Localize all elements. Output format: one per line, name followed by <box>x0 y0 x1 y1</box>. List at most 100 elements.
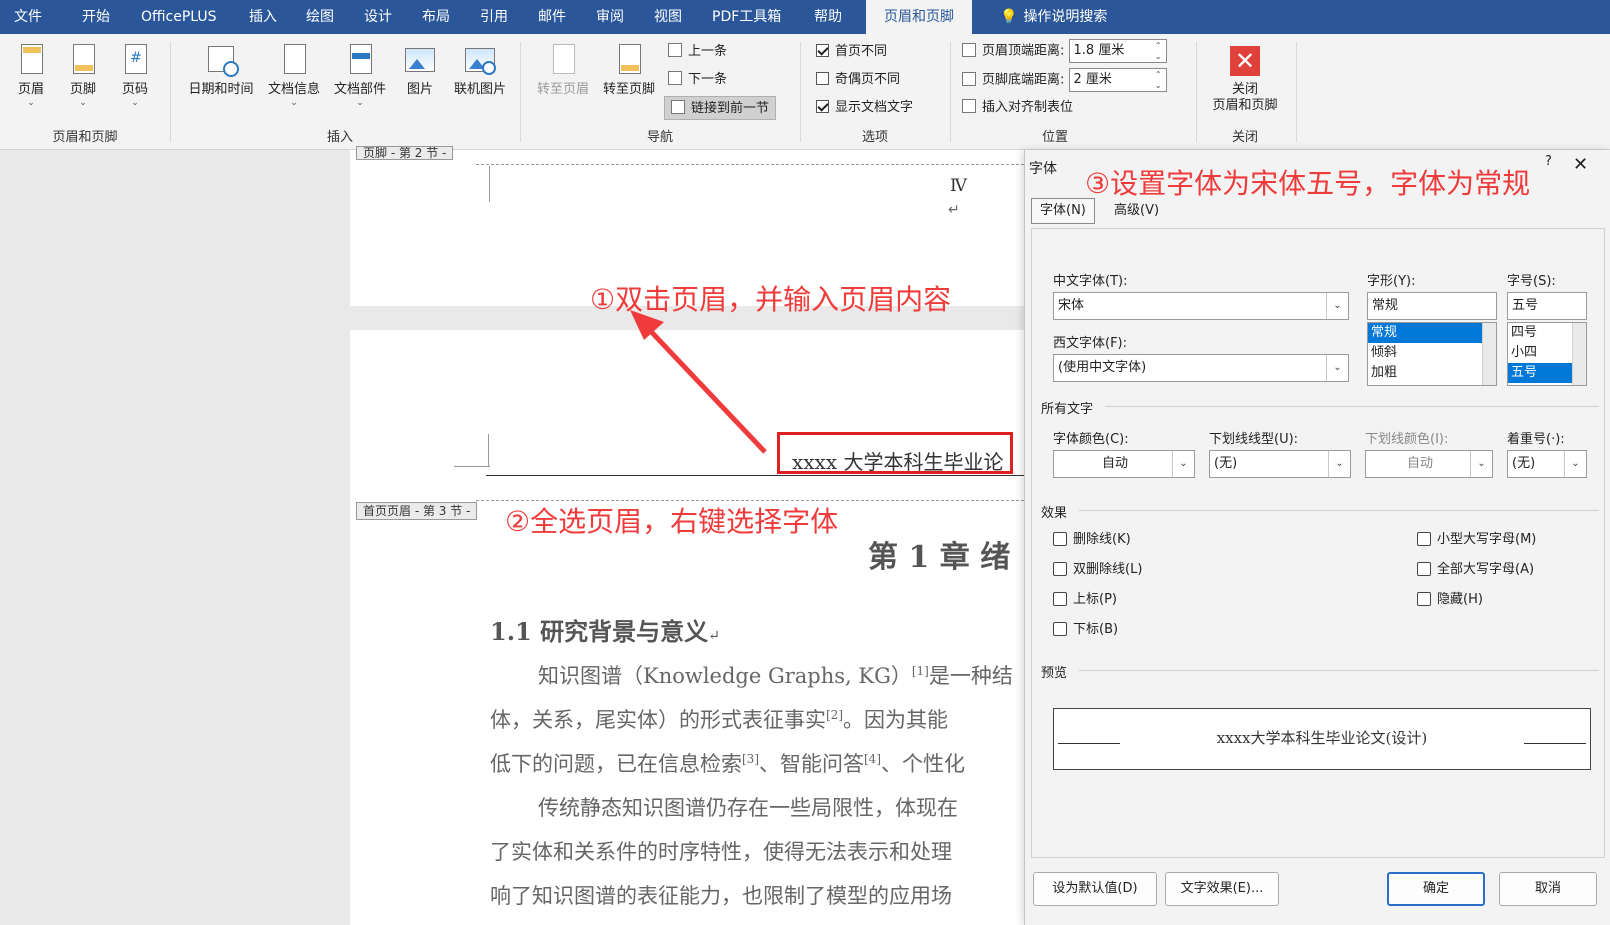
group-separator <box>800 42 801 142</box>
picture-button[interactable]: 图片 <box>400 42 440 98</box>
doc-info-button[interactable]: 文档信息 ⌄ <box>264 42 324 108</box>
preview-box: xxxx大学本科生毕业论文(设计) <box>1053 708 1591 770</box>
chevron-down-icon: ⌄ <box>131 98 139 108</box>
underline-style-select[interactable]: (无) ⌄ <box>1209 450 1351 478</box>
tab-pdf-tools[interactable]: PDF工具箱 <box>712 0 781 34</box>
body-line-1: 知识图谱（Knowledge Graphs, KG）[1]是一种结 <box>538 660 1013 690</box>
set-default-button[interactable]: 设为默认值(D) <box>1033 872 1157 906</box>
font-style-list[interactable]: 常规 倾斜 加粗 <box>1367 322 1497 386</box>
date-time-button[interactable]: 日期和时间 <box>184 42 258 98</box>
footer-page-number[interactable]: Ⅳ <box>950 176 967 196</box>
effect-label: 上标(P) <box>1073 592 1117 607</box>
list-item[interactable]: 倾斜 <box>1368 343 1496 363</box>
emphasis-select[interactable]: (无) ⌄ <box>1507 450 1587 478</box>
footer-bottom-input[interactable]: 2 厘米 ⌃ ⌄ <box>1068 68 1167 92</box>
online-picture-label: 联机图片 <box>453 82 506 97</box>
tab-review[interactable]: 审阅 <box>596 0 624 34</box>
scrollbar[interactable] <box>1572 323 1586 385</box>
spinner-arrows-icon[interactable]: ⌃ ⌄ <box>1155 40 1162 62</box>
tab-view[interactable]: 视图 <box>654 0 682 34</box>
group-label-header-footer: 页眉和页脚 <box>52 130 118 145</box>
paragraph-mark: ↵ <box>948 202 960 218</box>
show-document-text-checkbox[interactable]: 显示文档文字 <box>816 96 913 120</box>
font-size-input[interactable]: 五号 <box>1507 292 1587 320</box>
insert-align-tab-button[interactable]: 插入对齐制表位 <box>962 96 1073 120</box>
previous-button[interactable]: 上一条 <box>668 40 727 64</box>
group-label-options: 选项 <box>861 130 888 145</box>
effects-label: 效果 <box>1041 506 1068 521</box>
list-item[interactable]: 加粗 <box>1368 363 1496 383</box>
checkbox-unchecked-icon <box>816 72 829 85</box>
tab-insert[interactable]: 插入 <box>249 0 277 34</box>
cancel-button[interactable]: 取消 <box>1499 872 1597 906</box>
underline-style-label: 下划线线型(U): <box>1209 432 1299 447</box>
goto-footer-label: 转至页脚 <box>602 82 655 97</box>
goto-header-icon <box>546 42 580 78</box>
ok-button[interactable]: 确定 <box>1387 872 1485 906</box>
scrollbar[interactable] <box>1482 323 1496 385</box>
tab-advanced[interactable]: 高级(V) <box>1105 198 1168 224</box>
goto-footer-icon <box>612 42 646 78</box>
small-caps-checkbox[interactable]: 小型大写字母(M) <box>1417 530 1536 550</box>
superscript-checkbox[interactable]: 上标(P) <box>1053 590 1117 610</box>
tab-design[interactable]: 设计 <box>364 0 392 34</box>
calendar-clock-icon <box>204 42 239 78</box>
goto-header-button[interactable]: 转至页眉 <box>532 42 594 98</box>
strikethrough-checkbox[interactable]: 删除线(K) <box>1053 530 1131 550</box>
chevron-down-icon: ⌄ <box>1470 451 1492 477</box>
hidden-checkbox[interactable]: 隐藏(H) <box>1417 590 1483 610</box>
list-item[interactable]: 五号 <box>1508 363 1572 383</box>
underline-color-select[interactable]: 自动 ⌄ <box>1365 450 1493 478</box>
quick-parts-button[interactable]: 文档部件 ⌄ <box>330 42 390 108</box>
list-item[interactable]: 常规 <box>1368 323 1496 343</box>
header-section-tag: 首页页眉 - 第 3 节 - <box>356 502 478 520</box>
page-number-button[interactable]: # 页码 ⌄ <box>116 42 154 108</box>
all-caps-checkbox[interactable]: 全部大写字母(A) <box>1417 560 1534 580</box>
tab-tell-me[interactable]: 💡 操作说明搜索 <box>1000 0 1107 34</box>
tab-mailings[interactable]: 邮件 <box>538 0 566 34</box>
tab-header-footer[interactable]: 页眉和页脚 <box>866 0 972 34</box>
quick-parts-icon <box>343 42 377 78</box>
cn-font-select[interactable]: 宋体 ⌄ <box>1053 292 1349 320</box>
subscript-checkbox[interactable]: 下标(B) <box>1053 620 1118 640</box>
text-effects-button[interactable]: 文字效果(E)... <box>1165 872 1279 906</box>
first-page-label: 首页不同 <box>835 44 888 59</box>
tab-layout[interactable]: 布局 <box>422 0 450 34</box>
online-picture-button[interactable]: 联机图片 <box>448 42 512 98</box>
tell-me-label: 操作说明搜索 <box>1023 9 1108 25</box>
header-top-input[interactable]: 1.8 厘米 ⌃ ⌄ <box>1068 39 1167 63</box>
tab-file[interactable]: 文件 <box>14 0 42 34</box>
odd-even-different-checkbox[interactable]: 奇偶页不同 <box>816 68 900 92</box>
tab-references[interactable]: 引用 <box>480 0 508 34</box>
font-style-input[interactable]: 常规 <box>1367 292 1497 320</box>
first-page-different-checkbox[interactable]: 首页不同 <box>816 40 887 64</box>
help-icon[interactable]: ? <box>1545 154 1552 169</box>
western-font-value: (使用中文字体) <box>1058 360 1147 375</box>
chevron-down-icon: ⌄ <box>1328 451 1350 477</box>
cn-font-label: 中文字体(T): <box>1053 274 1128 289</box>
font-color-select[interactable]: 自动 ⌄ <box>1053 450 1195 478</box>
tab-draw[interactable]: 绘图 <box>306 0 334 34</box>
link-to-previous-button[interactable]: 链接到前一节 <box>664 96 777 120</box>
close-icon[interactable]: ✕ <box>1573 154 1588 175</box>
tab-officeplus[interactable]: OfficePLUS <box>141 0 217 34</box>
header-button[interactable]: 页眉 ⌄ <box>12 42 50 108</box>
goto-footer-button[interactable]: 转至页脚 <box>598 42 660 98</box>
font-size-list[interactable]: 四号 小四 五号 <box>1507 322 1587 386</box>
tab-home[interactable]: 开始 <box>82 0 110 34</box>
double-strikethrough-checkbox[interactable]: 双删除线(L) <box>1053 560 1142 580</box>
ribbon-tab-bar: 文件 开始 OfficePLUS 插入 绘图 设计 布局 引用 邮件 审阅 视图… <box>0 0 1610 34</box>
dialog-title: 字体 <box>1029 161 1057 177</box>
tab-help[interactable]: 帮助 <box>814 0 842 34</box>
citation: [3] <box>742 752 759 766</box>
body-text: 、智能问答 <box>759 752 864 776</box>
western-font-select[interactable]: (使用中文字体) ⌄ <box>1053 354 1349 382</box>
tab-font[interactable]: 字体(N) <box>1031 198 1095 224</box>
footer-button[interactable]: 页脚 ⌄ <box>64 42 102 108</box>
font-style-label: 字形(Y): <box>1367 274 1416 289</box>
effect-label: 双删除线(L) <box>1073 562 1143 577</box>
close-icon: ✕ <box>1230 46 1260 76</box>
spinner-arrows-icon[interactable]: ⌃ ⌄ <box>1155 69 1162 91</box>
next-button[interactable]: 下一条 <box>668 68 727 92</box>
close-header-footer-button[interactable]: ✕ 关闭 页眉和页脚 <box>1204 42 1286 114</box>
